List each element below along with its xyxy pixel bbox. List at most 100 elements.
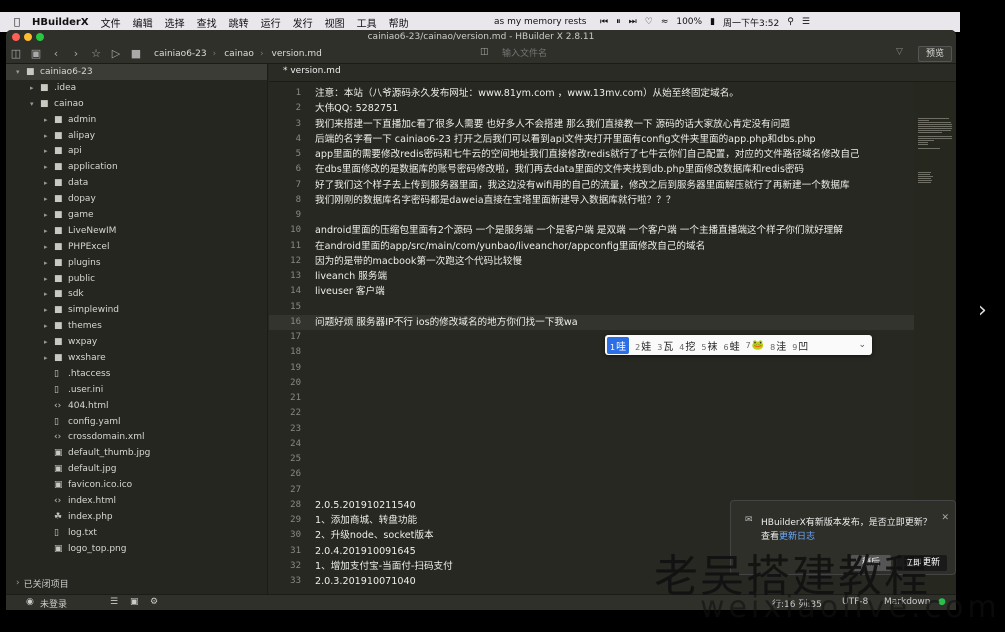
chevron-right-icon[interactable]: ▸ <box>44 354 54 362</box>
editor-line[interactable]: 26 <box>269 467 914 482</box>
login-status[interactable]: 未登录 <box>40 597 67 610</box>
line-text[interactable]: 大伟QQ: 5282751 <box>315 101 398 116</box>
close-window-button[interactable] <box>12 33 20 41</box>
battery-icon[interactable]: ▮ <box>710 17 715 27</box>
chevron-right-icon[interactable]: ▸ <box>44 275 54 283</box>
ime-candidate[interactable]: 9凹 <box>792 338 808 353</box>
plugin-icon[interactable]: ⚙ <box>150 597 158 607</box>
tree-item[interactable]: ▸ ■ api <box>6 143 267 159</box>
line-text[interactable]: 好了我们这个样子去上传到服务器里面，我这边没有wifi用的自己的流量，修改之后到… <box>315 178 850 193</box>
wifi-icon[interactable]: ≈ <box>661 17 669 27</box>
tree-item[interactable]: ▸ ■ wxshare <box>6 350 267 366</box>
tree-item[interactable]: ▸ ■ simplewind <box>6 302 267 318</box>
terminal-icon[interactable]: ▣ <box>130 597 139 607</box>
app-menu[interactable]: HBuilderX <box>32 17 89 28</box>
line-text[interactable]: 1、添加商城、转盘功能 <box>315 513 417 528</box>
file-search-input[interactable] <box>502 47 862 61</box>
editor-line[interactable]: 13 liveanch 服务端 <box>269 269 914 284</box>
editor-line[interactable]: 10 android里面的压缩包里面有2个源码 一个是服务端 一个是客户端 是双端… <box>269 223 914 238</box>
menu-file[interactable]: 文件 <box>101 15 121 30</box>
editor-line[interactable]: 15 <box>269 300 914 315</box>
editor-line[interactable]: 16 问题好烦 服务器IP不行 ios的修改域名的地方你们找一下我wa <box>269 314 914 330</box>
tree-item[interactable]: ‹› 404.html <box>6 398 267 414</box>
chevron-down-icon[interactable]: ▾ <box>30 100 40 108</box>
breadcrumb-folder[interactable]: cainao <box>224 49 254 59</box>
line-text[interactable]: 在android里面的app/src/main/com/yunbao/livea… <box>315 239 705 254</box>
heart-icon[interactable]: ♡ <box>645 17 653 27</box>
media-next-icon[interactable]: ⏭ <box>629 17 637 27</box>
tree-item[interactable]: ▸ ■ game <box>6 207 267 223</box>
line-text[interactable]: 2、升级node、socket版本 <box>315 528 434 543</box>
media-pause-icon[interactable]: ⏸ <box>616 17 621 27</box>
editor-line[interactable]: 1 注意：本站（八爷源码永久发布网址：www.81ym.com ，www.13mv… <box>269 86 914 101</box>
chevron-down-icon[interactable]: ⌄ <box>858 340 866 350</box>
chevron-right-icon[interactable]: ▸ <box>44 163 54 171</box>
ime-candidate[interactable]: 8洼 <box>770 338 786 353</box>
chevron-right-icon[interactable]: ▸ <box>44 179 54 187</box>
tree-item[interactable]: ▾ ■ cainao <box>6 96 267 112</box>
ime-candidate[interactable]: 6蛙 <box>723 338 739 353</box>
chevron-right-icon[interactable]: ▸ <box>30 84 40 92</box>
tree-item[interactable]: ▣ default_thumb.jpg <box>6 445 267 461</box>
line-text[interactable]: 2.0.3.201910071040 <box>315 574 416 589</box>
line-text[interactable]: liveuser 客户端 <box>315 284 385 299</box>
tree-item[interactable]: ▸ ■ data <box>6 175 267 191</box>
line-text[interactable]: 我们刚刚的数据库名字密码都是daweia直接在宝塔里面新建导入数据库就行啦？？？ <box>315 193 675 208</box>
run-icon[interactable]: ▷ <box>106 47 126 60</box>
chevron-right-icon[interactable]: ▸ <box>44 132 54 140</box>
editor-line[interactable]: 5 app里面的需要修改redis密码和七牛云的空间地址我们直接修改redis就行… <box>269 147 914 162</box>
menu-view[interactable]: 视图 <box>325 15 345 30</box>
new-file-icon[interactable]: ◫ <box>6 47 26 60</box>
breadcrumb-file[interactable]: version.md <box>272 49 322 59</box>
line-text[interactable]: 我们来搭建一下直播加c看了很多人需要 也好多人不会搭建 那么我们直接教一下 源码… <box>315 117 790 132</box>
ime-candidate[interactable]: 7🐸 <box>746 340 765 351</box>
editor-line[interactable]: 9 <box>269 208 914 223</box>
line-text[interactable]: 1、增加支付宝-当面付-扫码支付 <box>315 559 453 574</box>
now-playing[interactable]: as my memory rests <box>494 17 586 27</box>
chevron-right-icon[interactable]: ▸ <box>44 243 54 251</box>
editor-line[interactable]: 21 <box>269 391 914 406</box>
tree-item[interactable]: ▯ config.yaml <box>6 414 267 430</box>
editor-line[interactable]: 6 在dbs里面修改的是数据库的账号密码修改啦，我们再去data里面的文件夹找到d… <box>269 162 914 177</box>
line-text[interactable]: 2.0.5.201910211540 <box>315 498 416 513</box>
chevron-right-icon[interactable]: ▸ <box>44 338 54 346</box>
menu-tools[interactable]: 工具 <box>357 15 377 30</box>
tree-item[interactable]: ▸ ■ application <box>6 159 267 175</box>
line-text[interactable]: 2.0.4.201910091645 <box>315 544 416 559</box>
tree-item[interactable]: ▸ ■ public <box>6 271 267 287</box>
maximize-window-button[interactable] <box>36 33 44 41</box>
ime-candidate[interactable]: 1哇 <box>607 336 630 354</box>
chevron-right-icon[interactable]: ▸ <box>44 290 54 298</box>
line-text[interactable]: 注意：本站（八爷源码永久发布网址：www.81ym.com ，www.13mv.… <box>315 86 739 101</box>
ime-candidate[interactable]: 3瓦 <box>657 338 673 353</box>
save-icon[interactable]: ▣ <box>26 47 46 60</box>
tree-item[interactable]: ▸ ■ alipay <box>6 128 267 144</box>
editor-line[interactable]: 3 我们来搭建一下直播加c看了很多人需要 也好多人不会搭建 那么我们直接教一下 源… <box>269 117 914 132</box>
editor-line[interactable]: 12 因为的是带的macbook第一次跑这个代码比较慢 <box>269 254 914 269</box>
line-text[interactable]: liveanch 服务端 <box>315 269 387 284</box>
tree-item[interactable]: ▯ .htaccess <box>6 366 267 382</box>
editor-line[interactable]: 4 后端的名字看一下 cainiao6-23 打开之后我们可以看到api文件夹打开… <box>269 132 914 147</box>
ime-candidate[interactable]: 5袜 <box>701 338 717 353</box>
editor-line[interactable]: 11 在android里面的app/src/main/com/yunbao/liv… <box>269 239 914 254</box>
menu-publish[interactable]: 发行 <box>293 15 313 30</box>
chevron-right-icon[interactable]: ▸ <box>44 227 54 235</box>
tree-item[interactable]: ☘ index.php <box>6 509 267 525</box>
editor-line[interactable]: 19 <box>269 361 914 376</box>
menu-run[interactable]: 运行 <box>261 15 281 30</box>
chevron-right-icon[interactable]: ▸ <box>44 147 54 155</box>
forward-icon[interactable]: › <box>66 47 86 60</box>
apple-icon[interactable]:  <box>14 17 20 28</box>
line-text[interactable]: 在dbs里面修改的是数据库的账号密码修改啦，我们再去data里面的文件夹找到db… <box>315 162 804 177</box>
menu-select[interactable]: 选择 <box>165 15 185 30</box>
tree-item[interactable]: ▣ favicon.ico.ico <box>6 477 267 493</box>
editor-line[interactable]: 27 <box>269 483 914 498</box>
control-center-icon[interactable]: ☰ <box>802 17 810 27</box>
menu-find[interactable]: 查找 <box>197 15 217 30</box>
minimize-window-button[interactable] <box>24 33 32 41</box>
menu-edit[interactable]: 编辑 <box>133 15 153 30</box>
filter-icon[interactable]: ▽ <box>896 47 903 57</box>
back-icon[interactable]: ‹ <box>46 47 66 60</box>
tree-item[interactable]: ▸ ■ admin <box>6 112 267 128</box>
line-text[interactable]: 因为的是带的macbook第一次跑这个代码比较慢 <box>315 254 522 269</box>
